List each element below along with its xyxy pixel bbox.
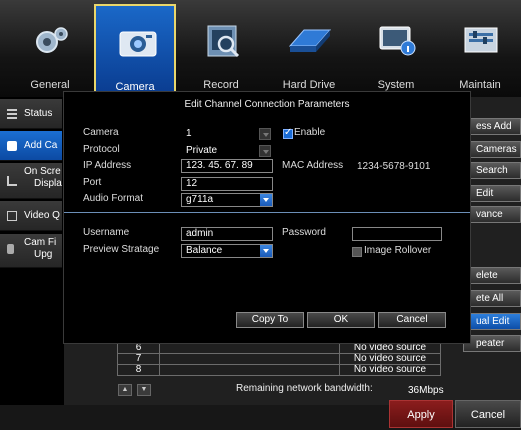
dialog-separator <box>64 212 470 213</box>
edit-channel-dialog: Edit Channel Connection Parameters Camer… <box>63 91 471 344</box>
table-row[interactable]: 7 No video source <box>117 353 441 365</box>
preview-strategy-label: Preview Stratage <box>83 244 160 255</box>
repeater-button[interactable]: peater <box>463 335 521 352</box>
audio-format-label: Audio Format <box>83 193 144 204</box>
channel-info <box>159 353 340 365</box>
channel-source: No video source <box>339 364 441 376</box>
gears-icon <box>36 27 68 53</box>
page-up-button[interactable]: ▲ <box>118 384 132 396</box>
sidebar-item-status[interactable]: Status <box>0 99 62 129</box>
sidebar-item-label-line1: Cam Fi <box>24 237 57 248</box>
camera-select[interactable]: 1 <box>181 127 271 141</box>
channel-number: 7 <box>117 353 160 365</box>
table-row[interactable]: 8 No video source <box>117 364 441 376</box>
tab-record-label: Record <box>203 79 239 91</box>
tab-hard-drive[interactable]: Hard Drive <box>268 4 350 96</box>
table-row[interactable]: 6 No video source <box>117 342 441 354</box>
tab-system-label: System <box>377 79 415 91</box>
protocol-select[interactable]: Private <box>181 144 271 158</box>
sidebar-item-label-line2: Upg <box>34 249 53 260</box>
username-field[interactable]: admin <box>181 227 273 241</box>
sidebar-item-label-line1: On Scre <box>24 166 61 177</box>
port-label: Port <box>83 177 102 188</box>
manual-edit-button[interactable]: ual Edit <box>463 313 521 330</box>
camera-small-icon <box>7 141 17 151</box>
ip-address-field[interactable]: 123. 45. 67. 89 <box>181 159 273 173</box>
sidebar-item-video-quality[interactable]: Video Q <box>0 201 62 231</box>
enable-checkbox[interactable] <box>283 127 293 139</box>
arrow-down-icon: ▼ <box>140 386 148 393</box>
bandwidth-value: 36Mbps <box>408 385 444 396</box>
channel-table: 6 No video source 7 No video source 8 No… <box>117 342 441 376</box>
copy-to-button[interactable]: Copy To <box>236 312 304 328</box>
tab-general[interactable]: General <box>9 4 91 96</box>
maintain-icon <box>464 27 498 53</box>
dialog-cancel-button[interactable]: Cancel <box>378 312 446 328</box>
enable-label: Enable <box>294 127 326 138</box>
osd-icon <box>7 176 17 186</box>
image-rollover-checkbox[interactable] <box>352 247 362 257</box>
camera-label: Camera <box>83 127 119 138</box>
channel-source: No video source <box>339 353 441 365</box>
channel-info <box>159 342 340 354</box>
edit-button[interactable]: Edit <box>463 185 521 202</box>
sidebar-item-label: On Scre Displa <box>24 166 62 190</box>
search-button[interactable]: Search <box>463 162 521 179</box>
password-label: Password <box>282 227 326 238</box>
delete-button[interactable]: elete <box>463 267 521 284</box>
apply-button[interactable]: Apply <box>389 400 453 428</box>
camera-icon <box>119 31 157 57</box>
sidebar-item-label: Status <box>24 108 53 119</box>
tab-maintain[interactable]: Maintain <box>439 4 521 96</box>
top-tab-bar: General Camera Record Hard Drive System … <box>0 0 521 97</box>
delete-all-button[interactable]: ete All <box>463 290 521 307</box>
mac-address-label: MAC Address <box>282 160 344 171</box>
arrow-up-icon: ▲ <box>121 386 129 393</box>
sidebar-item-add-camera[interactable]: Add Ca <box>0 131 62 161</box>
audio-format-dropdown-icon[interactable] <box>260 194 272 206</box>
sidebar-item-on-screen-display[interactable]: On Scre Displa <box>0 163 62 199</box>
hard-drive-icon <box>288 29 332 52</box>
sidebar-item-label-line2: Displa <box>34 178 62 189</box>
tab-system[interactable]: System <box>355 4 437 96</box>
sidebar-item-camera-firmware-upgrade[interactable]: Cam Fi Upg <box>0 234 62 268</box>
channel-source: No video source <box>339 342 441 354</box>
tab-hard-drive-label: Hard Drive <box>282 79 336 91</box>
cancel-button[interactable]: Cancel <box>455 400 521 428</box>
protocol-label: Protocol <box>83 144 120 155</box>
channel-info <box>159 364 340 376</box>
sidebar-item-label: Add Ca <box>24 140 58 151</box>
channel-number: 8 <box>117 364 160 376</box>
search-cameras-button[interactable]: Cameras <box>463 141 521 158</box>
page-down-button[interactable]: ▼ <box>137 384 151 396</box>
sidebar-item-label: Video Q <box>24 210 60 221</box>
tab-camera[interactable]: Camera <box>94 4 176 96</box>
tab-maintain-label: Maintain <box>459 79 501 91</box>
bandwidth-label: Remaining network bandwidth: <box>236 383 373 394</box>
password-field[interactable] <box>352 227 442 241</box>
port-field[interactable]: 12 <box>181 177 273 191</box>
tab-record[interactable]: Record <box>180 4 262 96</box>
channel-number: 6 <box>117 342 160 354</box>
image-rollover-label: Image Rollover <box>364 245 432 256</box>
tab-general-label: General <box>30 79 70 91</box>
firmware-icon <box>7 244 14 254</box>
ok-button[interactable]: OK <box>307 312 375 328</box>
mac-address-value: 1234-5678-9101 <box>357 161 431 172</box>
video-quality-icon <box>7 211 17 221</box>
quick-add-button[interactable]: ess Add <box>463 118 521 135</box>
camera-dropdown-icon[interactable] <box>259 128 271 140</box>
system-icon <box>379 26 416 56</box>
advance-button[interactable]: vance <box>463 206 521 223</box>
dialog-title: Edit Channel Connection Parameters <box>184 99 350 110</box>
ip-address-label: IP Address <box>83 160 132 171</box>
username-label: Username <box>83 227 130 238</box>
protocol-dropdown-icon[interactable] <box>259 145 271 157</box>
preview-strategy-dropdown-icon[interactable] <box>260 245 272 257</box>
status-icon <box>7 109 17 119</box>
sidebar-item-label: Cam Fi Upg <box>24 237 56 261</box>
record-icon <box>207 25 240 58</box>
